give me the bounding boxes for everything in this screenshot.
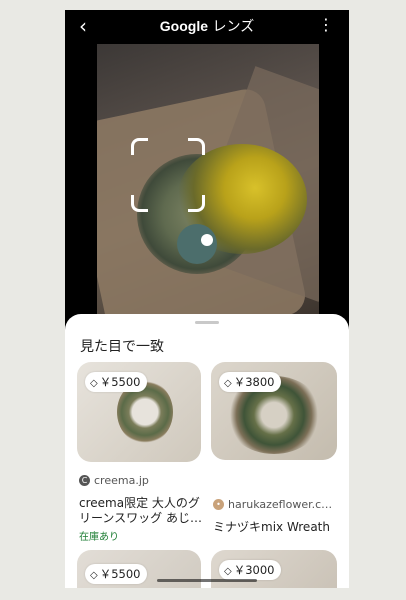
top-bar: ‹ Google レンズ ⋮ (65, 10, 349, 44)
price-value: ￥3800 (233, 375, 275, 389)
title-suffix: レンズ (212, 19, 255, 35)
crop-corner-top-right[interactable] (188, 138, 205, 155)
result-source-2[interactable]: • harukazeflower.c… (213, 498, 332, 511)
more-options-button[interactable]: ⋮ (318, 15, 335, 34)
app-title: Google レンズ (65, 17, 349, 36)
results-sheet[interactable]: 見た目で一致 ◇ ￥5500 ◇ ￥3800 Ccreema.jp creema限定… (65, 314, 349, 588)
price-tag-icon: ◇ (224, 566, 232, 577)
price-tag-icon: ◇ (90, 570, 98, 581)
source-favicon-icon: C (79, 475, 90, 486)
crop-resize-handle[interactable] (201, 234, 213, 246)
source-favicon-icon: • (213, 499, 224, 510)
section-title: 見た目で一致 (80, 339, 164, 355)
price-value: ￥5500 (99, 375, 141, 389)
result-name-2[interactable]: ミナヅキmix Wreath (213, 520, 343, 535)
price-value: ￥3000 (233, 563, 275, 577)
home-indicator[interactable] (157, 579, 257, 582)
crop-corner-top-left[interactable] (131, 138, 148, 155)
crop-selection-box[interactable] (131, 138, 205, 212)
phone-screen: ‹ Google レンズ ⋮ ◎ 見た目で一致 ◇￥5500 (65, 10, 349, 588)
price-badge-3: ◇ ￥5500 (85, 564, 148, 584)
price-tag-icon: ◇ (90, 378, 98, 389)
result-source-1[interactable]: Ccreema.jp (79, 474, 149, 487)
stock-status: 在庫あり (79, 532, 119, 543)
captured-photo[interactable]: ◎ (97, 44, 319, 324)
crop-corner-bottom-right[interactable] (188, 195, 205, 212)
price-value: ￥5500 (99, 567, 141, 581)
title-brand: Google (159, 18, 209, 34)
sheet-drag-handle[interactable] (195, 321, 219, 324)
source-text: harukazeflower.c… (228, 498, 333, 511)
price-tag-icon: ◇ (224, 378, 232, 389)
price-badge-1: ◇ ￥5500 (85, 372, 148, 392)
result-name-1[interactable]: creema限定 大人のグリーンスワッグ あじ… (79, 496, 203, 526)
source-text: creema.jp (94, 474, 149, 487)
price-badge-4: ◇ ￥3000 (219, 560, 282, 580)
price-badge-2: ◇ ￥3800 (219, 372, 282, 392)
crop-corner-bottom-left[interactable] (131, 195, 148, 212)
